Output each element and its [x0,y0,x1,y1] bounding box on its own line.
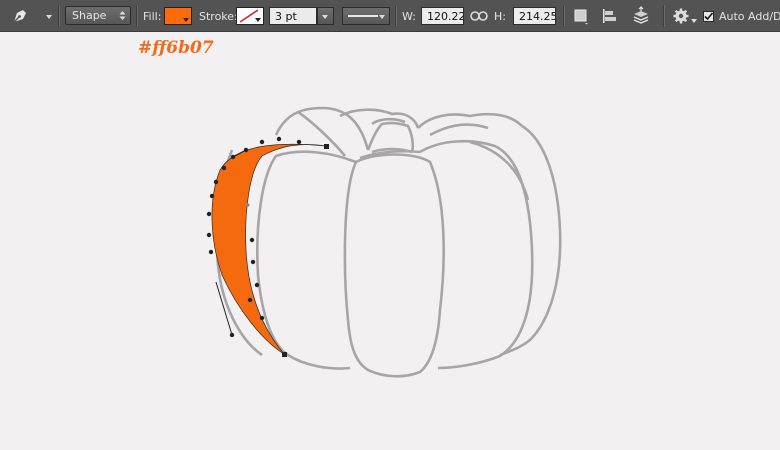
tool-mode-value: Shape [72,9,107,22]
fill-color-swatch[interactable] [164,7,192,25]
chevron-down-icon [691,19,697,23]
orange-lobe-shape[interactable] [211,143,327,355]
color-hex-note: #ff6b07 [138,38,214,58]
link-dimensions-button[interactable] [470,0,488,32]
path-arrangement-button[interactable] [630,0,654,32]
checkmark-icon [704,11,714,20]
auto-add-delete-checkbox[interactable]: Auto Add/Delete [703,0,780,32]
settings-button[interactable] [672,0,697,32]
stroke-width-dropdown[interactable] [317,7,334,25]
divider [663,5,665,27]
stroke-type-select[interactable] [342,7,390,25]
tool-mode-select[interactable]: Shape [65,6,131,25]
divider [395,5,397,27]
stroke-width-input[interactable]: 3 pt [269,7,317,25]
spinner-arrows-icon [119,11,126,20]
path-arrangement-icon [633,6,649,24]
width-label: W: [402,9,416,23]
height-input[interactable]: 214.25 p [513,7,556,25]
chevron-down-icon [322,15,328,19]
divider [563,5,565,27]
path-alignment-button[interactable] [600,0,620,32]
document-canvas[interactable]: #ff6b07 [0,32,780,450]
link-icon [470,11,488,21]
chevron-down-icon [255,18,261,22]
auto-add-delete-label: Auto Add/Delete [719,9,780,23]
solid-line-icon [348,15,378,17]
path-alignment-icon [603,9,616,23]
stroke-color-swatch[interactable] [236,7,264,25]
path-operations-icon [574,9,588,25]
stroke-label: Stroke: [199,9,238,23]
chevron-down-icon [46,15,52,19]
path-operations-button[interactable] [572,0,592,32]
gear-icon [673,8,689,24]
width-input[interactable]: 120.22 p [421,7,464,25]
height-label: H: [494,9,506,23]
fill-label: Fill: [143,9,162,23]
options-bar: Shape Fill: Stroke: 3 pt W: 120.22 p H [0,0,780,32]
chevron-down-icon [379,15,385,19]
tool-preset-picker[interactable] [10,0,56,32]
chevron-down-icon [183,18,189,22]
divider [58,5,60,27]
divider [136,5,138,27]
checkbox-box[interactable] [703,10,714,22]
pumpkin-artwork [206,106,562,378]
pen-tool-icon [13,10,26,23]
